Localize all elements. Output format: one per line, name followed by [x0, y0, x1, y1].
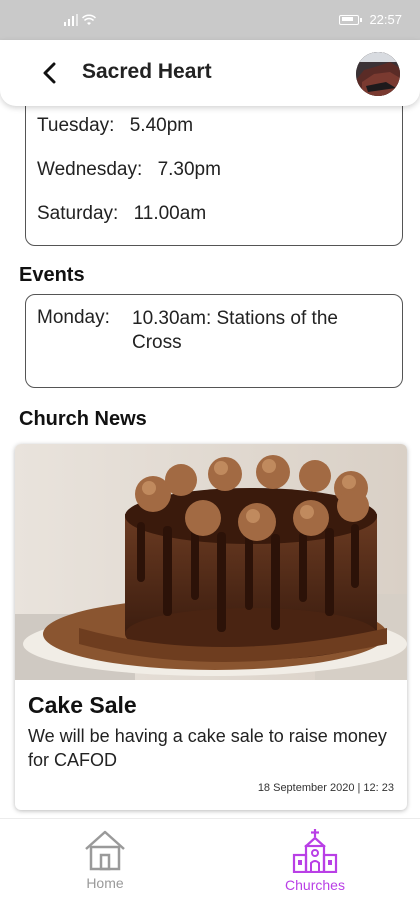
church-photo-icon	[356, 52, 400, 96]
news-title: Cake Sale	[28, 692, 137, 718]
cake-image	[15, 444, 407, 680]
bottom-navigation: Home Churches	[0, 818, 420, 900]
nav-home[interactable]: Home	[55, 829, 155, 891]
back-button[interactable]	[34, 58, 64, 88]
news-card[interactable]: Cake Sale We will be having a cake sale …	[15, 444, 407, 810]
mass-times-card: Tuesday: 5.40pm Wednesday: 7.30pm Saturd…	[25, 106, 403, 246]
mass-time-row: Saturday: 11.00am	[37, 203, 206, 225]
mass-time-row: Tuesday: 5.40pm	[37, 115, 193, 137]
church-avatar[interactable]	[356, 52, 400, 96]
status-bar: 22:57	[0, 0, 420, 40]
status-right: 22:57	[339, 12, 402, 27]
nav-churches[interactable]: Churches	[265, 829, 365, 893]
chevron-left-icon	[43, 62, 56, 84]
event-description: 10.30am: Stations of the Cross	[132, 308, 338, 353]
news-timestamp: 18 September 2020 | 12: 23	[257, 782, 394, 794]
news-body: We will be having a cake sale to raise m…	[28, 726, 387, 770]
mass-day: Wednesday:	[37, 159, 143, 180]
wifi-icon	[82, 14, 96, 25]
church-icon	[292, 829, 338, 873]
app-header: Sacred Heart	[0, 40, 420, 106]
mass-day: Saturday:	[37, 203, 119, 224]
church-detail-content[interactable]: Tuesday: 5.40pm Wednesday: 7.30pm Saturd…	[0, 106, 420, 818]
mass-time: 5.40pm	[129, 115, 194, 136]
page-title: Sacred Heart	[82, 60, 212, 83]
battery-icon	[339, 14, 363, 25]
nav-churches-label: Churches	[285, 877, 345, 893]
event-day: Monday:	[37, 307, 110, 328]
house-icon	[85, 830, 125, 871]
events-card: Monday: 10.30am: Stations of the Cross	[25, 294, 403, 388]
mass-day: Tuesday:	[37, 115, 115, 136]
events-heading: Events	[19, 264, 85, 286]
nav-home-label: Home	[86, 875, 124, 891]
signal-icon	[64, 14, 78, 26]
church-news-heading: Church News	[19, 408, 147, 430]
status-time: 22:57	[369, 12, 402, 27]
mass-time: 11.00am	[133, 203, 207, 224]
signal-indicators	[64, 14, 96, 26]
mass-time-row: Wednesday: 7.30pm	[37, 159, 221, 181]
mass-time: 7.30pm	[157, 159, 221, 180]
